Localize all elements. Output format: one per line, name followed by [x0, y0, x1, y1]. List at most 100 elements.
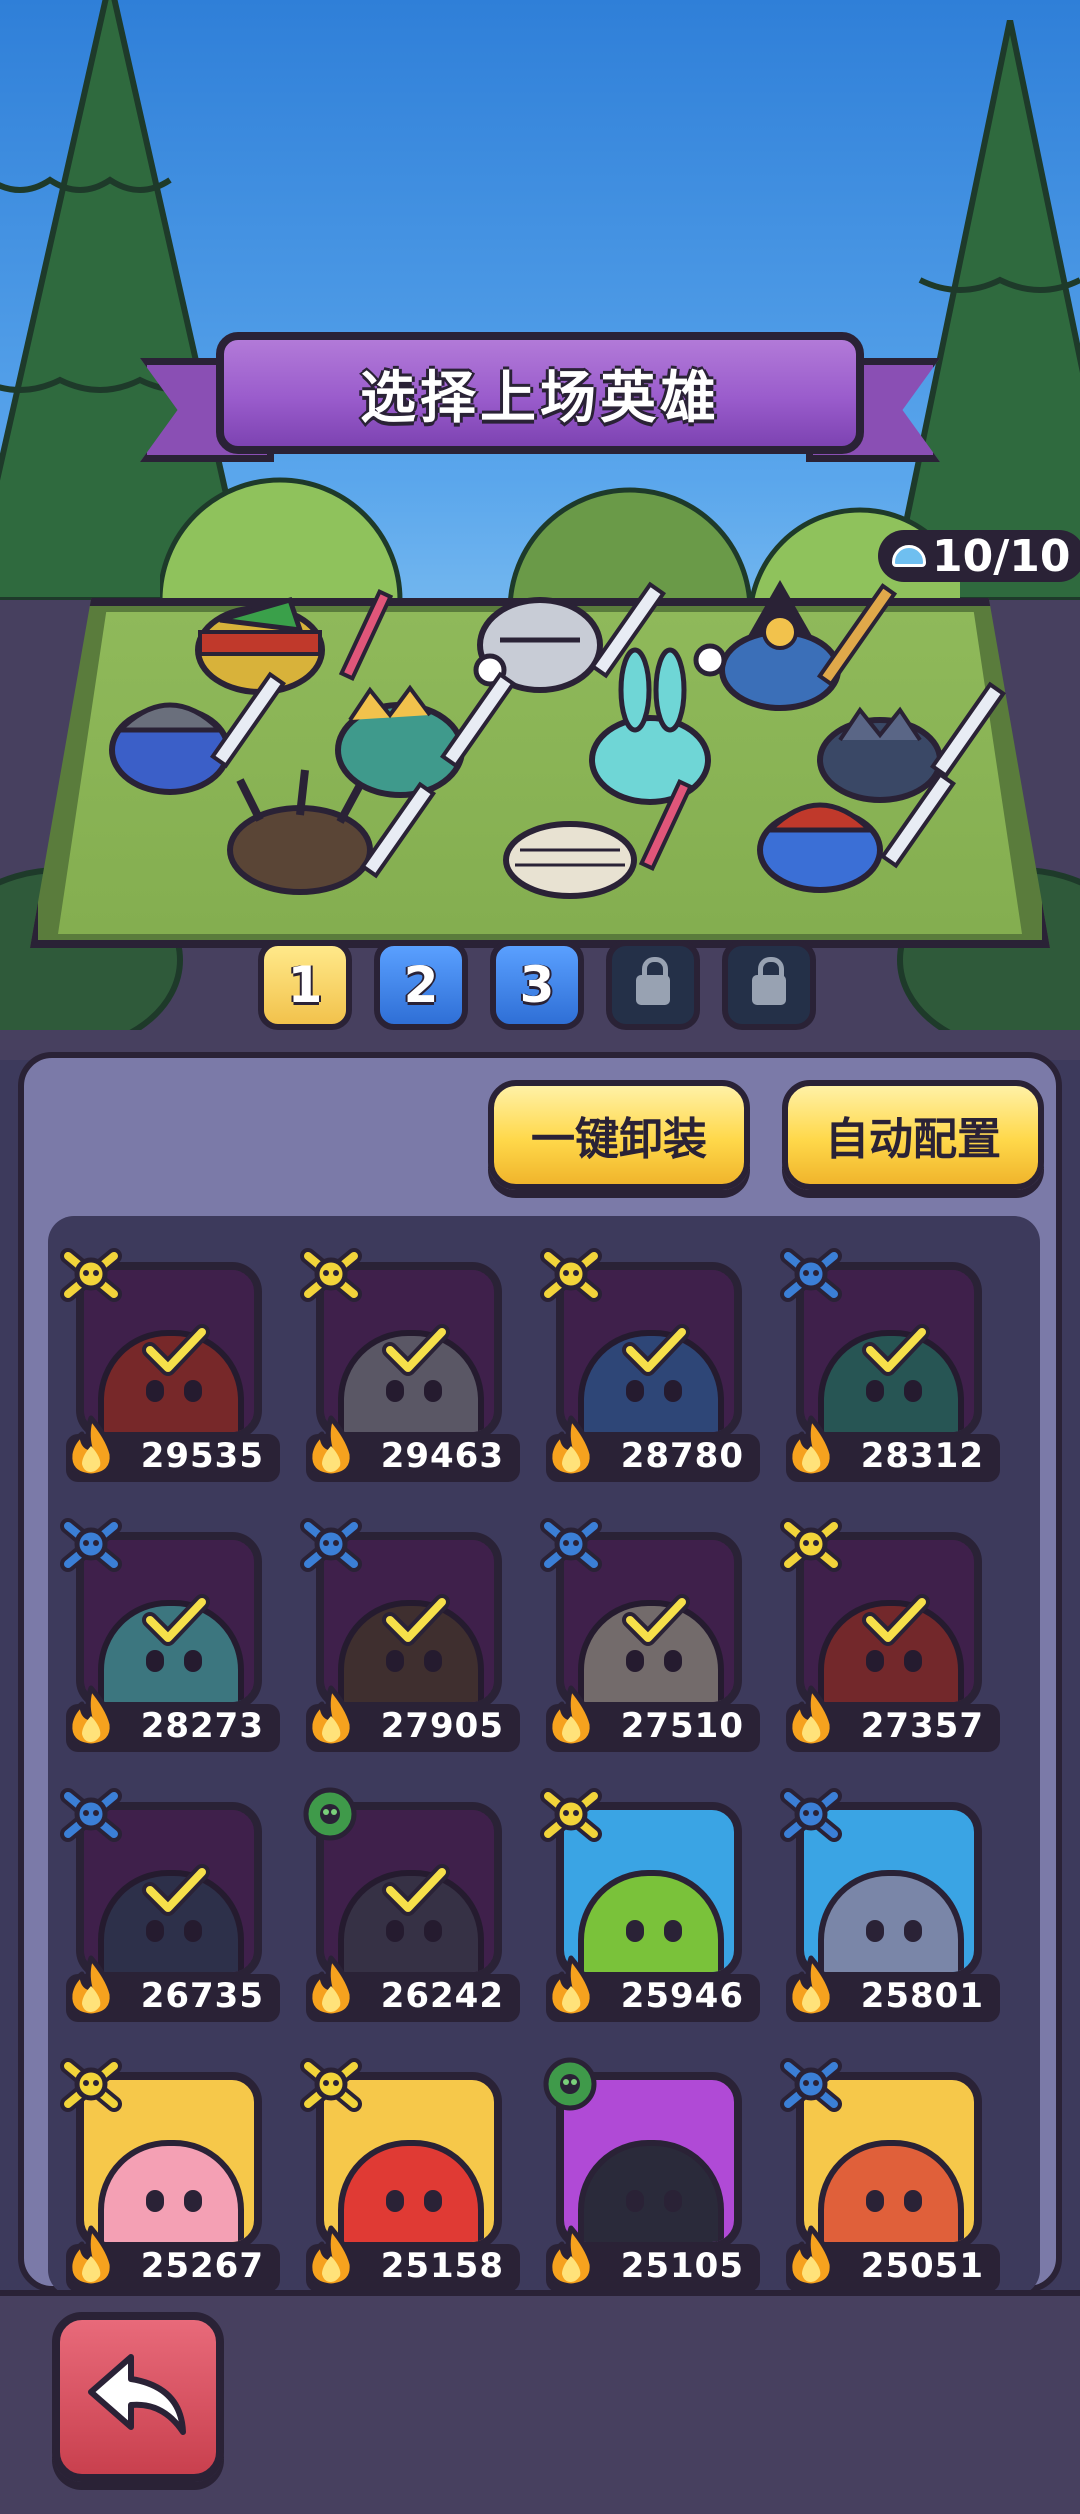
checkmark-icon [142, 1592, 210, 1648]
power-value: 28780 [620, 1436, 744, 1476]
unequip-all-label: 一键卸装 [531, 1114, 707, 1165]
hero-card[interactable]: 25105 [538, 2054, 764, 2296]
lock-icon [636, 957, 670, 1005]
unequip-all-button[interactable]: 一键卸装 [488, 1080, 750, 1190]
checkmark-icon [622, 1592, 690, 1648]
tab-formation-5-locked[interactable] [722, 940, 816, 1030]
power-value: 26735 [140, 1976, 264, 2016]
power-badge: 29535 [66, 1415, 280, 1482]
flame-icon [67, 1685, 115, 1749]
blue-bone-icon [58, 1784, 128, 1848]
back-button[interactable] [52, 2312, 224, 2482]
blue-bone-icon [778, 1244, 848, 1308]
power-value: 27905 [380, 1706, 504, 1746]
flame-icon [547, 1955, 595, 2019]
blue-bone-icon [778, 1784, 848, 1848]
hero-card[interactable]: 28312 [778, 1244, 1004, 1504]
hero-card[interactable]: 25158 [298, 2054, 524, 2296]
power-badge: 26735 [66, 1955, 280, 2022]
power-badge: 29463 [306, 1415, 520, 1482]
power-badge: 25267 [66, 2225, 280, 2292]
hero-card[interactable]: 26735 [58, 1784, 284, 2044]
hero-card[interactable]: 25267 [58, 2054, 284, 2296]
gold-bone-icon [538, 1244, 608, 1308]
hero-on-board-archer[interactable] [195, 589, 394, 695]
flame-icon [307, 1955, 355, 2019]
power-value: 25267 [140, 2246, 264, 2286]
hero-card[interactable]: 27905 [298, 1514, 524, 1774]
green-gear-icon [298, 1784, 368, 1848]
power-value: 28312 [860, 1436, 984, 1476]
power-badge: 27905 [306, 1685, 520, 1752]
hero-eye [866, 1920, 884, 1942]
flame-icon [547, 1415, 595, 1479]
power-badge: 28273 [66, 1685, 280, 1752]
power-badge: 27357 [786, 1685, 1000, 1752]
gold-bone-icon [298, 2054, 368, 2118]
power-badge: 25105 [546, 2225, 760, 2292]
title-banner: 选择上场英雄 [216, 332, 864, 454]
hero-on-board-dark-knight[interactable] [817, 681, 1007, 803]
checkmark-icon [862, 1322, 930, 1378]
hero-on-board-wizard[interactable] [693, 580, 898, 711]
deployed-heroes[interactable] [60, 560, 1040, 920]
hero-card[interactable]: 29535 [58, 1244, 284, 1504]
hero-eye [386, 2190, 404, 2212]
tab-formation-1[interactable]: 1 [258, 940, 352, 1030]
back-arrow-icon [88, 2354, 186, 2435]
power-badge: 27510 [546, 1685, 760, 1752]
power-badge: 26242 [306, 1955, 520, 2022]
checkmark-icon [382, 1862, 450, 1918]
tab-formation-3[interactable]: 3 [490, 940, 584, 1030]
flame-icon [307, 1685, 355, 1749]
gold-bone-icon [58, 2054, 128, 2118]
hero-card[interactable]: 25051 [778, 2054, 1004, 2296]
flame-icon [307, 1415, 355, 1479]
hero-eye [904, 2190, 922, 2212]
checkmark-icon [142, 1322, 210, 1378]
checkmark-icon [862, 1592, 930, 1648]
hero-card[interactable]: 28273 [58, 1514, 284, 1774]
formation-tabs: 1 2 3 [258, 940, 816, 1030]
power-badge: 28312 [786, 1415, 1000, 1482]
hero-card[interactable]: 26242 [298, 1784, 524, 2044]
hero-card[interactable]: 27510 [538, 1514, 764, 1774]
flame-icon [787, 1685, 835, 1749]
page-title: 选择上场英雄 [360, 365, 720, 431]
power-value: 27357 [860, 1706, 984, 1746]
gold-bone-icon [58, 1244, 128, 1308]
gold-bone-icon [298, 1244, 368, 1308]
power-value: 25801 [860, 1976, 984, 2016]
hero-eye [626, 1920, 644, 1942]
gold-bone-icon [778, 1514, 848, 1578]
hero-card[interactable]: 25946 [538, 1784, 764, 2044]
flame-icon [787, 2225, 835, 2289]
auto-config-button[interactable]: 自动配置 [782, 1080, 1044, 1190]
checkmark-icon [622, 1322, 690, 1378]
hero-card[interactable]: 27357 [778, 1514, 1004, 1774]
hero-on-board-spiked[interactable] [109, 671, 287, 795]
hero-card[interactable]: 28780 [538, 1244, 764, 1504]
flame-icon [67, 1955, 115, 2019]
lock-icon [752, 957, 786, 1005]
hero-card[interactable]: 25801 [778, 1784, 1004, 2044]
power-badge: 28780 [546, 1415, 760, 1482]
power-value: 25158 [380, 2246, 504, 2286]
hero-eye [664, 1920, 682, 1942]
hero-eye [664, 2190, 682, 2212]
checkmark-icon [142, 1862, 210, 1918]
hero-eye [866, 2190, 884, 2212]
blue-bone-icon [778, 2054, 848, 2118]
power-badge: 25158 [306, 2225, 520, 2292]
tab-formation-4-locked[interactable] [606, 940, 700, 1030]
power-value: 27510 [620, 1706, 744, 1746]
hero-on-board-dino[interactable] [335, 671, 517, 798]
power-value: 29463 [380, 1436, 504, 1476]
power-value: 25105 [620, 2246, 744, 2286]
tab-formation-2[interactable]: 2 [374, 940, 468, 1030]
checkmark-icon [382, 1322, 450, 1378]
power-value: 25946 [620, 1976, 744, 2016]
power-badge: 25946 [546, 1955, 760, 2022]
hero-card[interactable]: 29463 [298, 1244, 524, 1504]
hero-eye [424, 2190, 442, 2212]
